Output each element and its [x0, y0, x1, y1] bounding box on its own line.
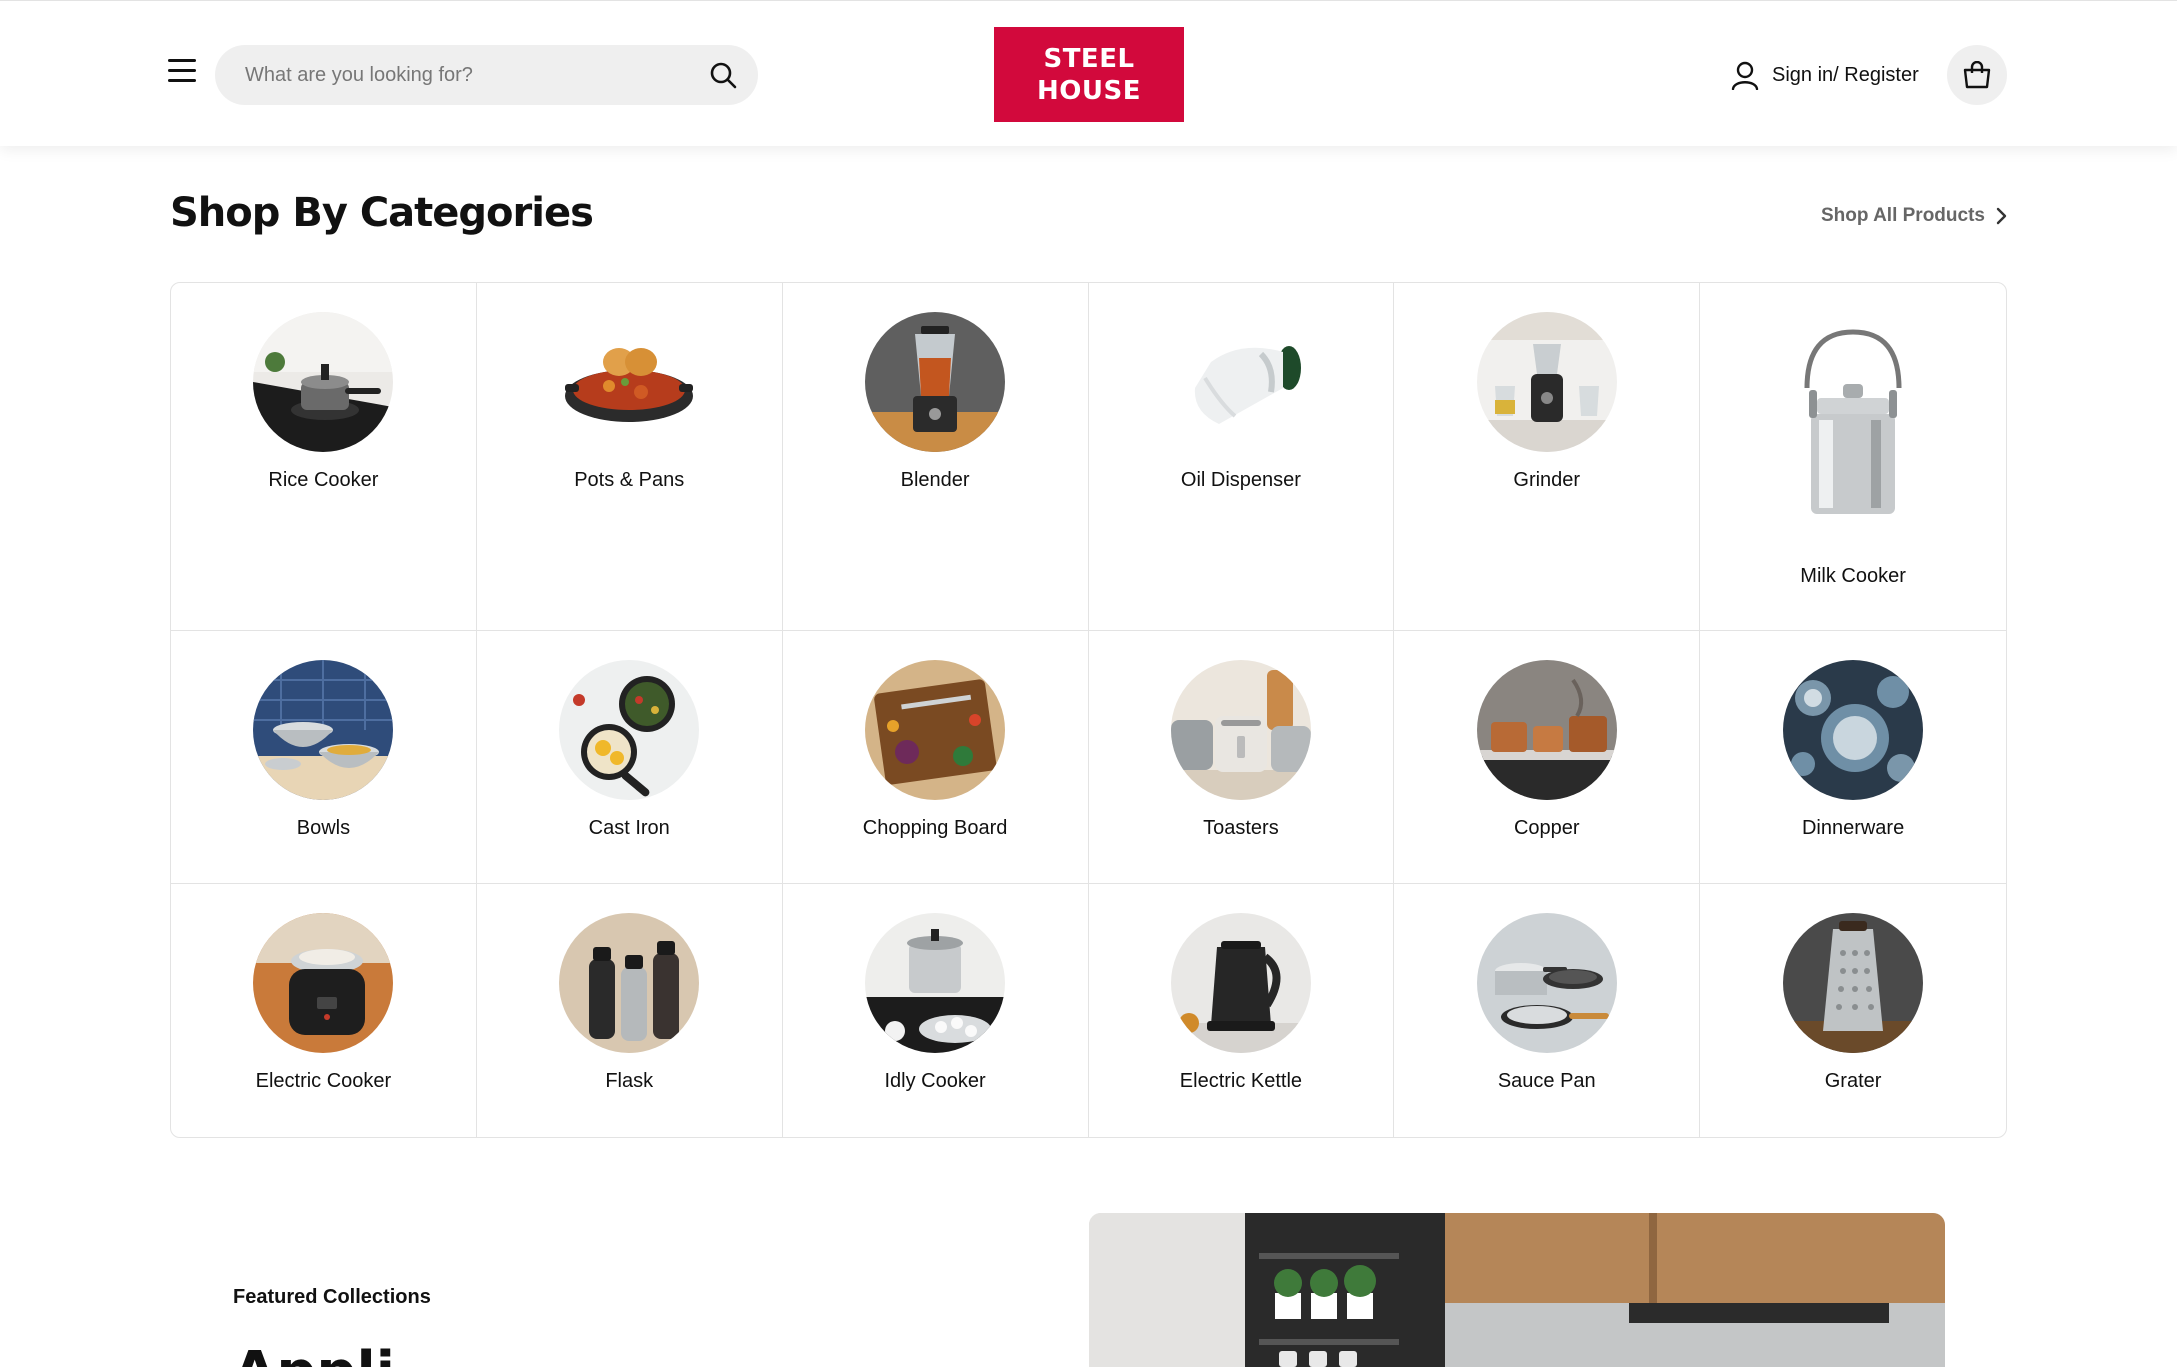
category-label: Toasters — [1203, 817, 1279, 839]
cart-button[interactable] — [1947, 45, 2007, 105]
category-label: Flask — [605, 1070, 654, 1092]
chevron-right-icon — [1996, 207, 2007, 225]
logo-line-2: HOUSE — [1037, 75, 1141, 106]
featured-collections-eyebrow: Featured Collections — [233, 1286, 431, 1308]
category-cast-iron[interactable]: Cast Iron — [476, 631, 783, 884]
sauce-pan-image — [1476, 913, 1617, 1053]
category-label: Grinder — [1513, 469, 1581, 491]
category-oil-dispenser[interactable]: Oil Dispenser — [1088, 283, 1395, 631]
toasters-image — [1170, 660, 1311, 800]
search-bar — [215, 45, 758, 105]
category-milk-cooker[interactable]: Milk Cooker — [1700, 283, 2006, 631]
category-label: Electric Kettle — [1179, 1070, 1303, 1092]
category-sauce-pan[interactable]: Sauce Pan — [1394, 884, 1701, 1137]
category-dinnerware[interactable]: Dinnerware — [1700, 631, 2006, 884]
category-label: Copper — [1513, 817, 1580, 839]
featured-kitchen-image[interactable] — [1089, 1213, 1945, 1367]
grinder-image — [1476, 312, 1617, 452]
oil-dispenser-image — [1171, 312, 1311, 452]
category-copper[interactable]: Copper — [1394, 631, 1701, 884]
category-electric-kettle[interactable]: Electric Kettle — [1089, 884, 1395, 1137]
category-label: Oil Dispenser — [1180, 469, 1301, 491]
category-electric-cooker[interactable]: Electric Cooker — [171, 884, 477, 1137]
dinnerware-image — [1783, 660, 1924, 800]
idly-cooker-image — [865, 913, 1006, 1053]
category-label: Electric Cooker — [255, 1070, 392, 1092]
category-label: Bowls — [296, 817, 351, 839]
category-label: Sauce Pan — [1497, 1070, 1596, 1092]
category-label: Cast Iron — [588, 817, 670, 839]
search-icon[interactable] — [708, 60, 738, 90]
category-grater[interactable]: Grater — [1700, 884, 2006, 1137]
search-input[interactable] — [245, 45, 685, 105]
grater-image — [1783, 913, 1924, 1053]
section-title: Shop By Categories — [170, 190, 594, 236]
category-label: Idly Cooker — [884, 1070, 986, 1092]
category-rice-cooker[interactable]: Rice Cooker — [171, 283, 477, 631]
category-grid: Rice Cooker Pots & Pans Blender Oil Disp… — [170, 282, 2007, 1138]
user-icon — [1731, 61, 1759, 90]
category-label: Blender — [900, 469, 970, 491]
shop-all-products-link[interactable]: Shop All Products — [1821, 202, 2007, 230]
category-flask[interactable]: Flask — [477, 884, 783, 1137]
hamburger-menu-icon[interactable] — [168, 59, 200, 87]
blender-image — [865, 312, 1006, 452]
category-label: Rice Cooker — [268, 469, 379, 491]
category-pots-pans[interactable]: Pots & Pans — [476, 283, 783, 631]
logo-line-1: STEEL — [1043, 43, 1135, 74]
shopping-bag-icon — [1963, 61, 1991, 89]
shop-all-label: Shop All Products — [1821, 205, 1985, 226]
sign-in-register-link[interactable]: Sign in/ Register — [1730, 57, 1919, 93]
category-label: Milk Cooker — [1800, 565, 1906, 587]
copper-image — [1476, 660, 1617, 800]
category-chopping-board[interactable]: Chopping Board — [782, 631, 1089, 884]
milk-cooker-image — [1773, 328, 1933, 528]
page: STEEL HOUSE Sign in/ Register Shop By Ca… — [0, 0, 2177, 1367]
category-toasters[interactable]: Toasters — [1088, 631, 1395, 884]
chopping-board-image — [865, 660, 1006, 800]
category-label: Dinnerware — [1801, 817, 1905, 839]
category-idly-cooker[interactable]: Idly Cooker — [783, 884, 1089, 1137]
category-blender[interactable]: Blender — [782, 283, 1089, 631]
electric-kettle-image — [1170, 913, 1311, 1053]
category-grinder[interactable]: Grinder — [1394, 283, 1701, 631]
flask-image — [559, 913, 700, 1053]
category-bowls[interactable]: Bowls — [171, 631, 477, 884]
sign-in-label: Sign in/ Register — [1772, 63, 1919, 86]
pots-pans-image — [559, 312, 699, 452]
steel-house-logo[interactable]: STEEL HOUSE — [994, 27, 1184, 122]
site-header: STEEL HOUSE Sign in/ Register — [0, 0, 2177, 146]
category-label: Chopping Board — [862, 817, 1008, 839]
rice-cooker-image — [253, 312, 394, 452]
category-label: Grater — [1824, 1070, 1882, 1092]
electric-cooker-image — [253, 913, 394, 1053]
cast-iron-image — [559, 660, 700, 800]
bowls-image — [253, 660, 394, 800]
category-label: Pots & Pans — [574, 469, 685, 491]
featured-heading: Appli — [233, 1340, 395, 1367]
